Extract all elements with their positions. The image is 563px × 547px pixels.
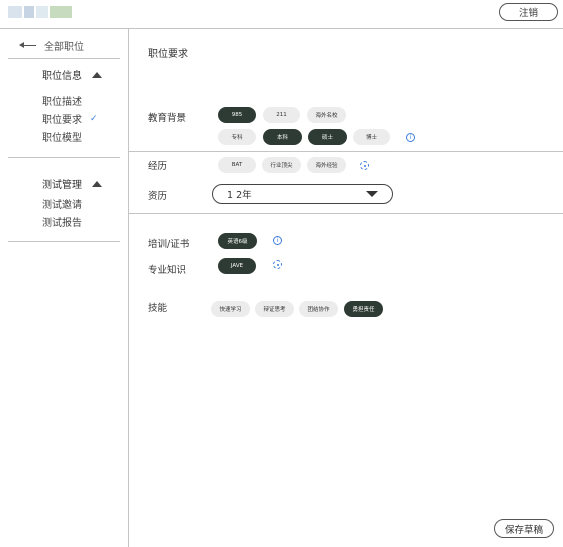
tag-985[interactable]: 985 — [218, 107, 256, 123]
sidebar-item-label: 职位模型 — [42, 133, 82, 144]
sidebar-item-label: 职位要求 — [42, 115, 82, 126]
logout-button[interactable]: 注销 — [499, 3, 558, 21]
collapse-icon — [92, 71, 102, 78]
group-position-info[interactable]: 职位信息 — [42, 67, 102, 82]
sidebar-item-invitations[interactable]: 测试邀请 — [42, 196, 82, 211]
tag-cet6[interactable]: 英语6级 — [218, 233, 257, 249]
group-test-management[interactable]: 测试管理 — [42, 176, 102, 191]
tag-associate[interactable]: 专科 — [218, 129, 256, 145]
add-tag-icon[interactable] — [360, 161, 369, 170]
back-label: 全部职位 — [44, 42, 84, 53]
education-label: 教育背景 — [148, 113, 187, 124]
tag-master[interactable]: 硕士 — [308, 129, 347, 145]
back-to-all-positions[interactable]: 全部职位 — [19, 38, 84, 53]
check-icon: ✓ — [90, 113, 98, 124]
sidebar-separator — [8, 157, 120, 158]
tag-critical-thinking[interactable]: 辩证思考 — [255, 301, 294, 317]
skills-label: 技能 — [148, 303, 168, 314]
group-title: 职位信息 — [42, 71, 82, 82]
tag-bat[interactable]: BAT — [218, 157, 256, 173]
save-draft-button[interactable]: 保存草稿 — [494, 519, 554, 538]
seniority-select[interactable]: 1 2年 — [212, 184, 393, 204]
collapse-icon — [92, 180, 102, 187]
section-divider — [129, 213, 563, 214]
tag-doctor[interactable]: 博士 — [353, 129, 390, 145]
seniority-value: 1 2年 — [227, 190, 252, 201]
add-tag-icon[interactable] — [273, 260, 282, 269]
sidebar-separator — [8, 58, 120, 59]
info-icon[interactable]: i — [273, 236, 282, 245]
knowledge-label: 专业知识 — [148, 265, 187, 276]
certificate-label: 培训/证书 — [148, 239, 190, 250]
tag-java[interactable]: JAVE — [218, 258, 256, 274]
sidebar-item-label: 测试报告 — [42, 218, 82, 229]
header-divider — [0, 28, 563, 29]
tag-industry-top[interactable]: 行业顶尖 — [262, 157, 301, 173]
tag-responsibility[interactable]: 勇担责任 — [344, 301, 383, 317]
app-logo — [8, 6, 76, 22]
tag-211[interactable]: 211 — [263, 107, 300, 123]
section-divider — [129, 151, 563, 152]
experience-label: 经历 — [148, 161, 168, 172]
sidebar-item-reports[interactable]: 测试报告 — [42, 214, 82, 229]
chevron-down-icon — [366, 191, 378, 197]
sidebar-item-label: 测试邀请 — [42, 200, 82, 211]
tag-overseas-experience[interactable]: 海外经验 — [307, 157, 346, 173]
back-arrow-icon — [19, 42, 36, 48]
sidebar-item-model[interactable]: 职位模型 — [42, 129, 82, 144]
seniority-label: 资历 — [148, 191, 168, 202]
sidebar-item-label: 职位描述 — [42, 97, 82, 108]
page-title: 职位要求 — [148, 49, 188, 60]
sidebar-divider — [128, 28, 129, 547]
tag-overseas-school[interactable]: 海外名校 — [307, 107, 346, 123]
sidebar-item-description[interactable]: 职位描述 — [42, 93, 82, 108]
group-title: 测试管理 — [42, 180, 82, 191]
sidebar-item-requirements[interactable]: 职位要求 ✓ — [42, 111, 98, 127]
info-icon[interactable]: i — [406, 133, 415, 142]
tag-fast-learning[interactable]: 快速学习 — [211, 301, 250, 317]
tag-bachelor[interactable]: 本科 — [263, 129, 302, 145]
tag-teamwork[interactable]: 团结协作 — [299, 301, 338, 317]
sidebar-separator — [8, 241, 120, 242]
